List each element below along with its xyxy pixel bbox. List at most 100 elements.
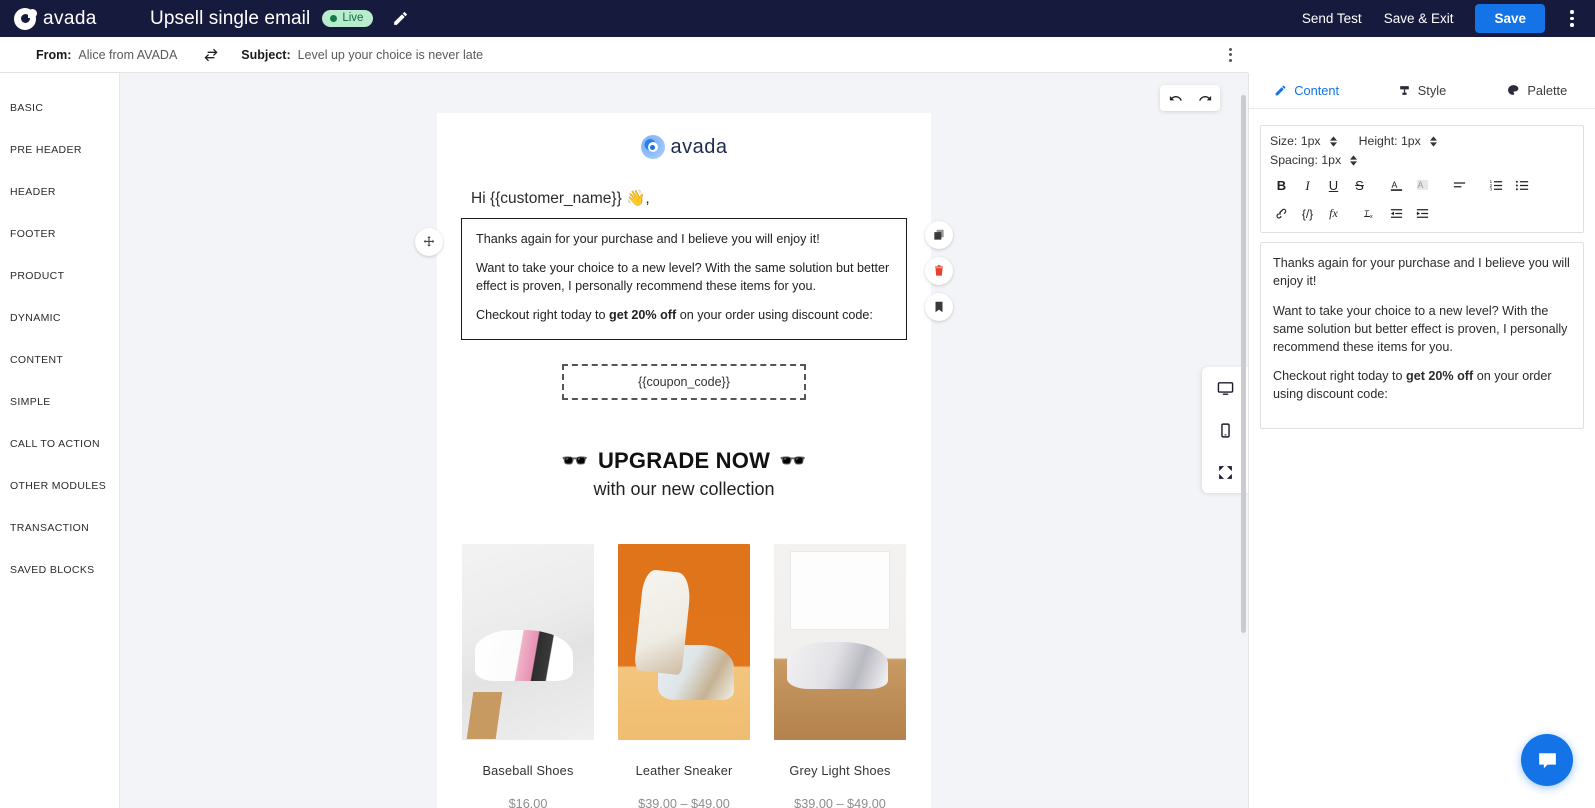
insert-variable-button[interactable]: {/}	[1296, 204, 1319, 223]
right-properties-panel: Content Style Palette Size: 1px Height: …	[1248, 73, 1595, 808]
from-label: From:	[36, 47, 72, 62]
desktop-icon	[1217, 381, 1233, 395]
format-icon-row-1: B I U S A A 1 2 3	[1270, 176, 1574, 195]
pencil-icon	[394, 12, 407, 25]
sidebar-item-label: HEADER	[10, 186, 56, 198]
chevron-up-icon	[1350, 154, 1358, 160]
redo-button[interactable]	[1190, 85, 1220, 111]
tab-palette-label: Palette	[1527, 83, 1568, 98]
font-size-stepper[interactable]	[1329, 135, 1337, 147]
sidebar-item-other-modules[interactable]: OTHER MODULES	[0, 465, 119, 507]
chat-support-button[interactable]	[1521, 734, 1573, 786]
save-and-exit-button[interactable]: Save & Exit	[1384, 11, 1454, 26]
product-name: Grey Light Shoes	[789, 763, 891, 778]
undo-button[interactable]	[1160, 85, 1190, 111]
italic-button[interactable]: I	[1296, 176, 1319, 195]
product-card[interactable]: Grey Light Shoes $39.00 – $49.00	[774, 543, 906, 808]
format-toolbar: Size: 1px Height: 1px Spacing: 1px B I U…	[1260, 125, 1584, 233]
font-size-label: Size: 1px	[1270, 134, 1321, 148]
bold-button[interactable]: B	[1270, 176, 1293, 195]
chevron-down-icon	[1429, 141, 1437, 147]
sidebar-item-footer[interactable]: FOOTER	[0, 213, 119, 255]
sidebar-item-simple[interactable]: SIMPLE	[0, 381, 119, 423]
save-block-button[interactable]	[925, 293, 953, 321]
tab-content-label: Content	[1294, 83, 1340, 98]
format-icon-row-2: {/} fx T x	[1270, 204, 1574, 223]
sidebar-item-dynamic[interactable]: DYNAMIC	[0, 297, 119, 339]
subject-value[interactable]: Level up your choice is never late	[298, 48, 484, 62]
email-greeting[interactable]: Hi {{customer_name}} 👋,	[437, 171, 931, 208]
sidebar-item-content[interactable]: CONTENT	[0, 339, 119, 381]
ordered-list-button[interactable]: 1 2 3	[1485, 176, 1508, 195]
swap-icon[interactable]	[203, 47, 219, 63]
letter-spacing-stepper[interactable]	[1350, 154, 1358, 166]
rich-text-editor[interactable]: Thanks again for your purchase and I bel…	[1260, 242, 1584, 429]
sidebar-item-saved-blocks[interactable]: SAVED BLOCKS	[0, 549, 119, 591]
save-button[interactable]: Save	[1475, 4, 1545, 33]
drag-handle[interactable]	[415, 228, 443, 256]
insert-function-button[interactable]: fx	[1322, 204, 1345, 223]
product-name: Leather Sneaker	[635, 763, 733, 778]
unordered-list-button[interactable]	[1511, 176, 1534, 195]
letter-spacing-field[interactable]: Spacing: 1px	[1270, 153, 1358, 167]
font-size-field[interactable]: Size: 1px	[1270, 134, 1337, 148]
email-text-block[interactable]: Thanks again for your purchase and I bel…	[461, 218, 907, 340]
product-card[interactable]: Baseball Shoes $16.00	[462, 543, 594, 808]
line-height-label: Height: 1px	[1358, 134, 1421, 148]
chevron-up-icon	[1429, 135, 1437, 141]
canvas-scrollbar[interactable]	[1241, 73, 1246, 808]
product-price: $16.00	[508, 796, 548, 808]
underline-button[interactable]: U	[1322, 176, 1345, 195]
undo-redo-group	[1160, 85, 1220, 111]
avada-mark-icon	[640, 135, 665, 159]
product-price: $39.00 – $49.00	[794, 796, 886, 808]
tab-style[interactable]: Style	[1364, 73, 1479, 108]
line-height-field[interactable]: Height: 1px	[1359, 134, 1437, 148]
editor-paragraph-3: Checkout right today to get 20% off on y…	[1273, 368, 1571, 404]
clear-format-button[interactable]: T x	[1359, 204, 1382, 223]
strikethrough-button[interactable]: S	[1348, 176, 1371, 195]
sidebar-item-pre-header[interactable]: PRE HEADER	[0, 129, 119, 171]
copy-icon	[934, 229, 944, 240]
delete-block-button[interactable]	[925, 257, 953, 285]
insert-link-button[interactable]	[1270, 204, 1293, 223]
upgrade-block[interactable]: 🕶️ UPGRADE NOW 🕶️ with our new collectio…	[437, 448, 931, 500]
topbar-more-menu-icon[interactable]	[1563, 7, 1581, 31]
duplicate-block-button[interactable]	[925, 221, 953, 249]
mobile-icon	[1220, 422, 1230, 438]
outdent-button[interactable]	[1385, 204, 1408, 223]
product-card[interactable]: Leather Sneaker $39.00 – $49.00	[618, 543, 750, 808]
status-badge-label: Live	[342, 11, 364, 24]
sidebar-item-product[interactable]: PRODUCT	[0, 255, 119, 297]
sidebar-item-header[interactable]: HEADER	[0, 171, 119, 213]
tab-palette[interactable]: Palette	[1480, 73, 1595, 108]
sidebar-item-basic[interactable]: BASIC	[0, 87, 119, 129]
coupon-code-block[interactable]: {{coupon_code}}	[562, 363, 806, 400]
sidebar-item-label: SAVED BLOCKS	[10, 564, 95, 576]
tab-content[interactable]: Content	[1249, 73, 1364, 108]
email-logo-text: avada	[670, 135, 728, 158]
fullscreen-button[interactable]	[1212, 459, 1238, 485]
sidebar-item-call-to-action[interactable]: CALL TO ACTION	[0, 423, 119, 465]
indent-button[interactable]	[1411, 204, 1434, 223]
sidebar-item-transaction[interactable]: TRANSACTION	[0, 507, 119, 549]
mobile-preview-button[interactable]	[1212, 417, 1238, 443]
sidebar-item-label: DYNAMIC	[10, 312, 61, 324]
text-color-button[interactable]: A	[1385, 176, 1408, 195]
subject-label: Subject:	[241, 47, 291, 62]
spacing-row: Spacing: 1px	[1270, 153, 1574, 167]
paint-bucket-icon	[1399, 86, 1409, 95]
p3-bold: get 20% off	[609, 308, 677, 323]
chat-icon	[1538, 752, 1556, 768]
canvas-scrollbar-thumb[interactable]	[1241, 95, 1246, 633]
from-value[interactable]: Alice from AVADA	[78, 48, 177, 62]
brand-logo[interactable]: avada	[14, 7, 132, 30]
subject-more-menu-icon[interactable]	[1229, 47, 1232, 62]
product-image	[462, 543, 594, 740]
send-test-button[interactable]: Send Test	[1302, 11, 1362, 26]
edit-title-button[interactable]	[389, 8, 411, 30]
highlight-color-button[interactable]: A	[1411, 176, 1434, 195]
align-button[interactable]	[1448, 176, 1471, 195]
line-height-stepper[interactable]	[1429, 135, 1437, 147]
desktop-preview-button[interactable]	[1212, 375, 1238, 401]
